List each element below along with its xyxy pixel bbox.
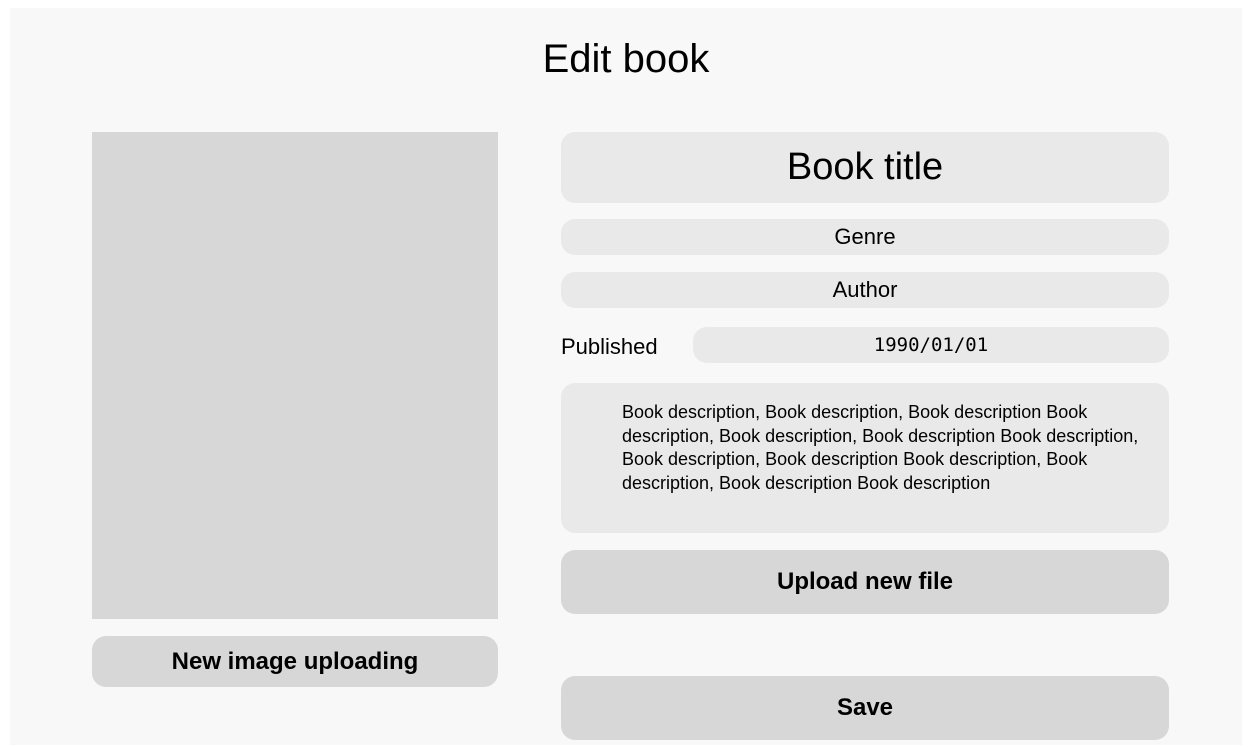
upload-new-file-button[interactable]: Upload new file (561, 550, 1169, 614)
book-cover-image-placeholder (92, 132, 498, 619)
genre-field[interactable]: Genre (561, 219, 1169, 255)
author-field[interactable]: Author (561, 272, 1169, 308)
book-description-field[interactable]: Book description, Book description, Book… (561, 383, 1169, 533)
published-label: Published (561, 334, 658, 359)
save-button[interactable]: Save (561, 676, 1169, 740)
book-description-text: Book description, Book description, Book… (622, 402, 1139, 493)
page-title: Edit book (542, 37, 710, 81)
published-date-field[interactable]: 1990/01/01 (693, 327, 1169, 363)
edit-book-page: Edit book New image uploading Book title… (10, 8, 1242, 745)
new-image-upload-button[interactable]: New image uploading (92, 636, 498, 687)
book-title-field[interactable]: Book title (561, 132, 1169, 203)
